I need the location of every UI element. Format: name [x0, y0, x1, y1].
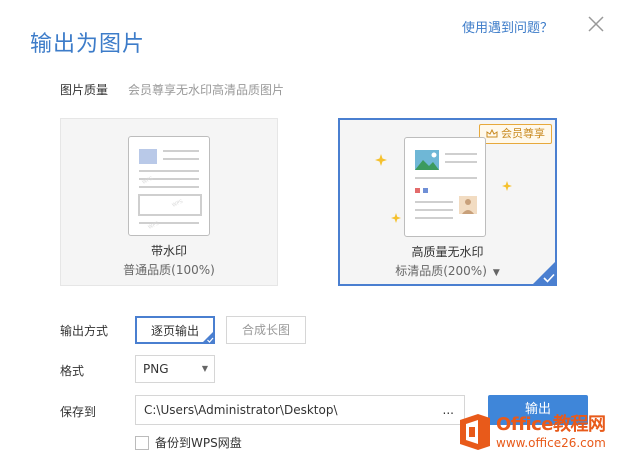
output-mode-long-image-button[interactable]: 合成长图 [226, 316, 306, 344]
format-label: 格式 [60, 364, 85, 378]
backup-checkbox[interactable] [135, 435, 149, 450]
help-link[interactable]: 使用遇到问题？ [462, 17, 553, 36]
format-select-value: PNG [143, 362, 169, 376]
option-title: 带水印 [150, 244, 187, 258]
sparkle-icon [375, 154, 387, 166]
save-to-label: 保存到 [60, 405, 97, 419]
output-mode-per-page-label: 逐页输出 [150, 324, 199, 338]
option-subtitle: 普通品质(100%) [123, 263, 215, 277]
caret-down-icon: ▼ [201, 364, 208, 373]
chevron-down-icon: ▼ [492, 268, 500, 278]
vip-badge-label: 会员尊享 [501, 127, 545, 140]
svg-text:WPS: WPS [141, 176, 154, 186]
sparkle-icon [502, 181, 512, 191]
close-icon [588, 16, 604, 32]
quality-option-watermark[interactable]: WPS WPS WPS 带水印 普通品质(100%) [60, 118, 278, 286]
quality-label: 图片质量 [60, 83, 109, 97]
format-select[interactable]: PNG ▼ [135, 355, 215, 383]
site-watermark: Office教程网 www.office26.com [452, 408, 618, 458]
quality-option-hd[interactable]: 会员尊享 高质量无水印 标清品质(200%) ▼ [338, 118, 557, 286]
close-button[interactable] [584, 12, 608, 36]
document-icon: WPS WPS WPS [138, 149, 202, 231]
watermark-document-preview: WPS WPS WPS [128, 136, 210, 236]
save-path-input[interactable]: C:\Users\Administrator\Desktop\ ... [135, 395, 465, 425]
svg-text:WPS: WPS [171, 199, 184, 209]
office-logo-icon [460, 414, 490, 450]
output-mode-per-page-button[interactable]: 逐页输出 [135, 316, 215, 344]
crown-icon [486, 129, 498, 138]
sparkle-icon [391, 213, 401, 223]
hd-document-preview [404, 137, 486, 237]
option-title: 高质量无水印 [411, 245, 484, 259]
document-icon [415, 150, 477, 219]
output-mode-label: 输出方式 [60, 324, 109, 338]
dialog-title: 输出为图片 [30, 32, 146, 57]
save-path-value: C:\Users\Administrator\Desktop\ [144, 403, 338, 417]
backup-row[interactable]: 备份到WPS网盘 [135, 434, 242, 451]
option-subtitle[interactable]: 标清品质(200%) ▼ [340, 262, 555, 279]
selected-check-icon [531, 260, 557, 286]
backup-label: 备份到WPS网盘 [155, 436, 242, 450]
vip-badge: 会员尊享 [479, 124, 552, 144]
option-subtitle-text: 标清品质(200%) [395, 264, 487, 278]
watermark-line1: Office教程网 [496, 414, 606, 435]
watermark-line2: www.office26.com [496, 436, 606, 450]
quality-description: 会员尊享无水印高清品质图片 [128, 83, 285, 97]
selected-check-icon [201, 330, 215, 344]
